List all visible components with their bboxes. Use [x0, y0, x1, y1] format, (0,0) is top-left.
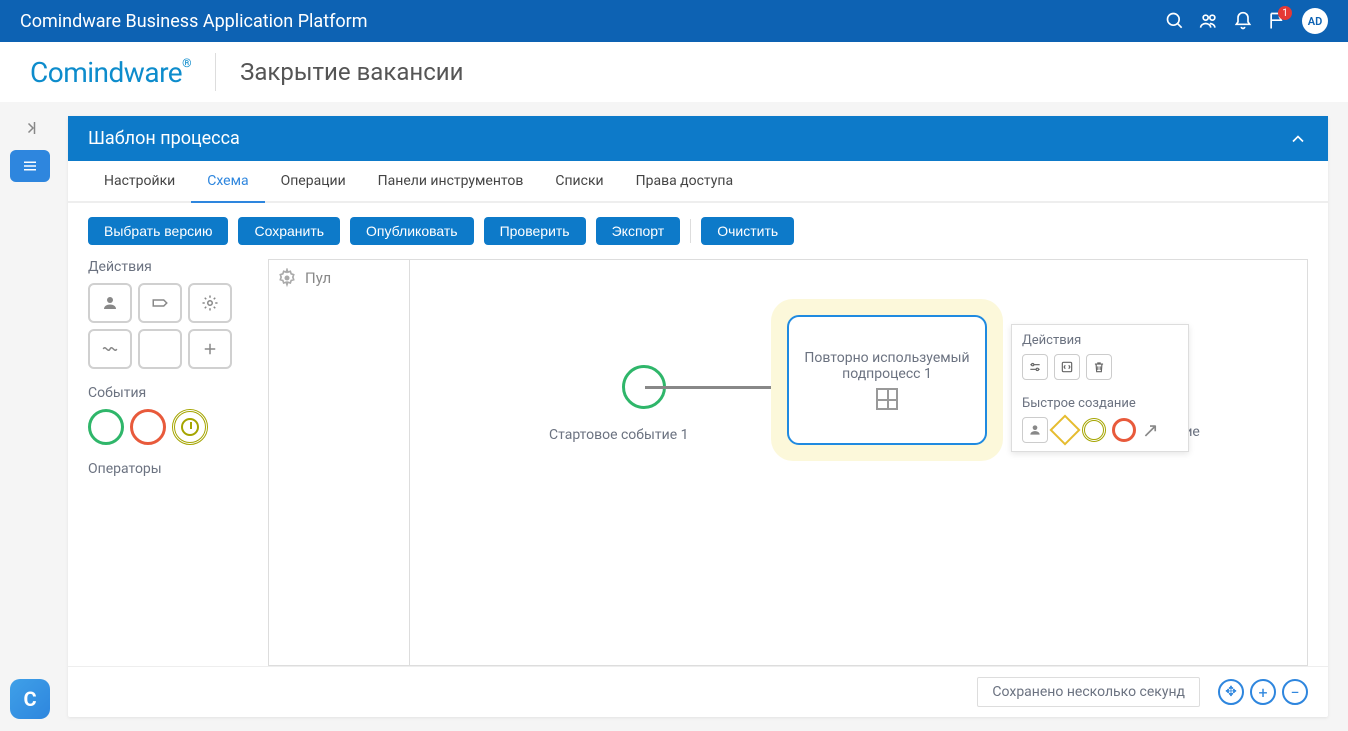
notification-badge: 1	[1278, 6, 1292, 20]
zoom-in-button[interactable]: +	[1250, 679, 1276, 705]
user-task-icon[interactable]	[88, 283, 132, 323]
clear-button[interactable]: Очистить	[701, 217, 794, 245]
panel-header[interactable]: Шаблон процесса	[68, 116, 1328, 161]
tab-operations[interactable]: Операции	[265, 161, 362, 203]
quick-intermediate-event-icon[interactable]	[1082, 418, 1106, 442]
pan-button[interactable]: ✥	[1218, 679, 1244, 705]
flag-icon[interactable]: 1	[1260, 4, 1294, 38]
quick-user-task-icon[interactable]	[1022, 417, 1048, 443]
start-event-node[interactable]: Стартовое событие 1	[599, 365, 689, 443]
start-event-icon[interactable]	[88, 409, 124, 445]
quick-sequence-flow-icon[interactable]	[1142, 418, 1166, 442]
script-task-icon[interactable]	[188, 283, 232, 323]
script-action-icon[interactable]	[1054, 354, 1080, 380]
logo-bar: Comindware® Закрытие вакансии	[0, 42, 1348, 102]
brand-logo: Comindware®	[30, 56, 191, 89]
save-status: Сохранено несколько секунд	[977, 677, 1200, 707]
page-title: Закрытие вакансии	[240, 58, 463, 86]
left-rail: C	[0, 102, 60, 731]
toolbar: Выбрать версию Сохранить Опубликовать Пр…	[68, 203, 1328, 259]
blank-task-icon[interactable]	[138, 329, 182, 369]
app-launcher-icon[interactable]: C	[10, 679, 50, 719]
end-event-icon[interactable]	[130, 409, 166, 445]
top-header: Comindware Business Application Platform…	[0, 0, 1348, 42]
zoom-out-button[interactable]: −	[1282, 679, 1308, 705]
tab-lists[interactable]: Списки	[539, 161, 619, 203]
people-icon[interactable]	[1192, 4, 1226, 38]
bell-icon[interactable]	[1226, 4, 1260, 38]
gear-icon	[277, 268, 297, 288]
palette-events-label: События	[88, 385, 256, 401]
popup-quick-create-label: Быстрое создание	[1022, 396, 1178, 411]
check-button[interactable]: Проверить	[484, 217, 586, 245]
publish-button[interactable]: Опубликовать	[350, 217, 474, 245]
canvas-footer: Сохранено несколько секунд ✥ + −	[68, 666, 1328, 717]
quick-gateway-icon[interactable]	[1049, 414, 1080, 445]
subprocess-icon[interactable]	[88, 329, 132, 369]
palette-actions-label: Действия	[88, 259, 256, 275]
pool-header[interactable]: Пул	[277, 268, 331, 288]
bpmn-canvas[interactable]: Пул Стартовое событие 1 Повторно использ…	[268, 259, 1308, 666]
select-version-button[interactable]: Выбрать версию	[88, 217, 228, 245]
delete-action-icon[interactable]	[1086, 354, 1112, 380]
avatar[interactable]: AD	[1302, 8, 1328, 34]
tab-schema[interactable]: Схема	[191, 161, 264, 203]
context-popup: Действия Быстрое создание	[1011, 324, 1189, 452]
quick-end-event-icon[interactable]	[1112, 418, 1136, 442]
element-palette: Действия События	[88, 259, 268, 666]
subprocess-marker-icon	[876, 388, 898, 410]
tab-toolbars[interactable]: Панели инструментов	[362, 161, 540, 203]
tab-settings[interactable]: Настройки	[88, 161, 191, 203]
chevron-up-icon	[1288, 129, 1308, 149]
collapse-button[interactable]	[10, 112, 50, 144]
tab-permissions[interactable]: Права доступа	[620, 161, 749, 203]
timer-event-icon[interactable]	[172, 409, 208, 445]
save-button[interactable]: Сохранить	[238, 217, 340, 245]
menu-button[interactable]	[10, 150, 50, 182]
settings-action-icon[interactable]	[1022, 354, 1048, 380]
service-task-icon[interactable]	[138, 283, 182, 323]
process-template-panel: Шаблон процесса Настройки Схема Операции…	[68, 116, 1328, 717]
tabs: Настройки Схема Операции Панели инструме…	[68, 161, 1328, 203]
palette-operators-label: Операторы	[88, 461, 256, 477]
subprocess-node[interactable]: Повторно используемый подпроцесс 1	[787, 315, 987, 445]
popup-actions-label: Действия	[1022, 333, 1178, 348]
search-icon[interactable]	[1158, 4, 1192, 38]
add-task-icon[interactable]	[188, 329, 232, 369]
export-button[interactable]: Экспорт	[596, 217, 681, 245]
app-title: Comindware Business Application Platform	[20, 11, 368, 32]
